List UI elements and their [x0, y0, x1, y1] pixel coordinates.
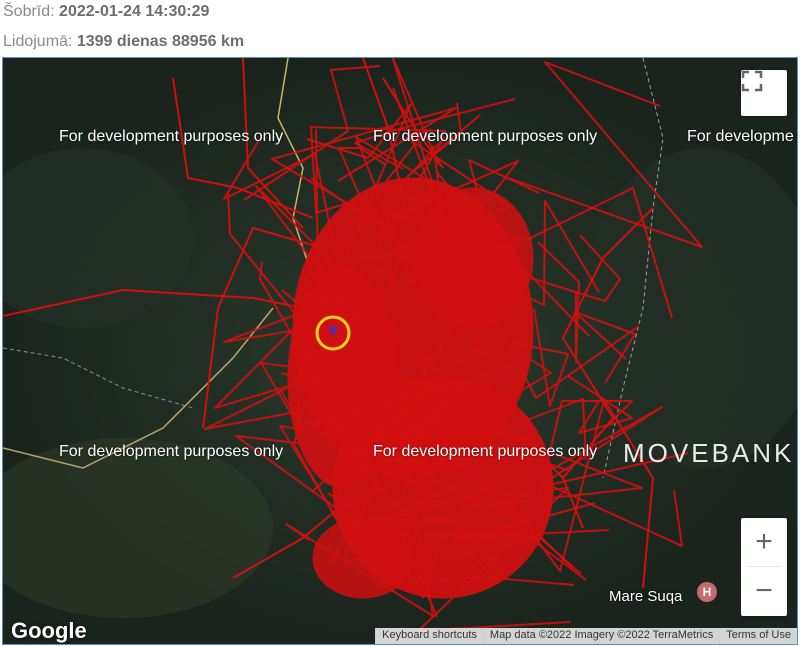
- map-canvas: [3, 58, 797, 644]
- current-time-value: 2022-01-24 14:30:29: [59, 3, 210, 20]
- flight-summary-label: Lidojumā:: [3, 33, 73, 50]
- poi-marker[interactable]: H: [697, 582, 717, 602]
- bird-marker-icon: [328, 326, 338, 338]
- terms-link[interactable]: Terms of Use: [719, 628, 797, 644]
- dev-watermark: For development purposes only: [373, 443, 598, 460]
- keyboard-shortcuts-link[interactable]: Keyboard shortcuts: [375, 628, 483, 644]
- flight-summary-line: Lidojumā: 1399 dienas 88956 km: [3, 33, 244, 51]
- movebank-brand: MOVEBANK: [623, 438, 795, 468]
- place-label: Mare Suqa: [609, 588, 683, 605]
- zoom-controls: + −: [741, 518, 787, 616]
- map-data-credit: Map data ©2022 Imagery ©2022 TerraMetric…: [482, 628, 719, 644]
- current-time-label: Šobrīd:: [3, 3, 55, 20]
- current-position-marker[interactable]: [313, 313, 353, 353]
- dev-watermark: For development purposes only: [59, 128, 284, 145]
- dev-watermark-partial: For developme: [687, 128, 794, 145]
- dev-watermark: For development purposes only: [59, 443, 284, 460]
- fullscreen-button[interactable]: [741, 70, 787, 116]
- google-logo: Google: [11, 618, 87, 643]
- dev-watermark: For development purposes only: [373, 128, 598, 145]
- flight-summary-value: 1399 dienas 88956 km: [76, 33, 245, 50]
- map-view[interactable]: For development purposes only For develo…: [2, 57, 798, 645]
- zoom-in-button[interactable]: +: [741, 518, 787, 566]
- current-time-line: Šobrīd: 2022-01-24 14:30:29: [3, 3, 209, 21]
- attribution-bar: Keyboard shortcuts Map data ©2022 Imager…: [375, 628, 797, 644]
- fullscreen-icon: [741, 70, 763, 92]
- zoom-out-button[interactable]: −: [741, 567, 787, 615]
